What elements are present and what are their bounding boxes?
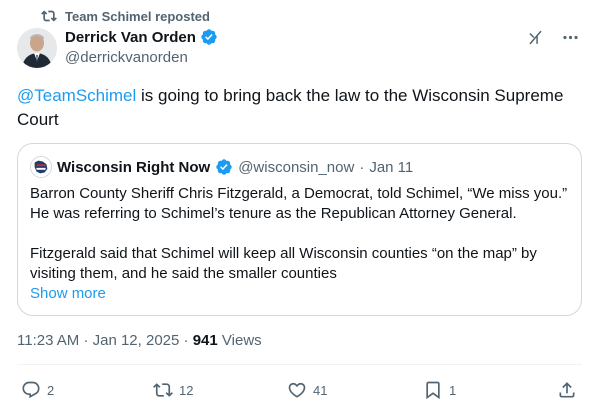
meta-separator: ·	[83, 332, 89, 349]
quote-date[interactable]: Jan 11	[369, 159, 413, 176]
views-count: 941	[192, 332, 218, 349]
quote-author-handle: @wisconsin_now	[238, 158, 355, 176]
repost-indicator[interactable]: Team Schimel reposted	[41, 8, 210, 24]
quote-avatar	[30, 156, 52, 178]
mention-link[interactable]: @TeamSchimel	[17, 86, 136, 105]
author-handle[interactable]: @derrickvanorden	[65, 49, 218, 66]
quote-paragraph-1: Barron County Sheriff Chris Fitzgerald, …	[30, 185, 568, 222]
views-label: Views	[221, 332, 262, 349]
quote-author-name[interactable]: Wisconsin Right Now	[57, 159, 210, 176]
action-bar: 2 12 41 1	[17, 380, 582, 406]
reply-button[interactable]: 2	[21, 380, 54, 400]
avatar[interactable]	[17, 28, 57, 68]
share-icon	[559, 382, 575, 398]
tweet-time[interactable]: 11:23 AM	[17, 332, 79, 349]
quoted-tweet[interactable]: Wisconsin Right Now @wisconsin_now · Jan…	[17, 143, 582, 316]
reply-count: 2	[47, 382, 55, 398]
bookmark-icon	[426, 381, 440, 400]
like-count: 41	[313, 382, 328, 398]
repost-icon	[153, 383, 173, 397]
repost-button[interactable]: 12	[153, 380, 193, 400]
like-icon	[288, 382, 306, 398]
verified-badge-icon	[216, 159, 232, 175]
more-icon[interactable]	[561, 28, 580, 47]
tweet-timestamp: 11:23 AM · Jan 12, 2025 · 941 Views	[17, 332, 262, 349]
quote-paragraph-2: Fitzgerald said that Schimel will keep a…	[30, 245, 537, 282]
tweet-text: @TeamSchimel is going to bring back the …	[17, 84, 583, 132]
quote-body: Barron County Sheriff Chris Fitzgerald, …	[30, 184, 569, 304]
share-button[interactable]	[557, 380, 577, 400]
repost-icon	[41, 10, 57, 22]
author-block: Derrick Van Orden @derrickvanorden	[65, 28, 218, 66]
quote-separator: ·	[359, 158, 365, 176]
repost-text: Team Schimel reposted	[65, 8, 210, 24]
like-button[interactable]: 41	[287, 380, 327, 400]
tweet-date[interactable]: Jan 12, 2025	[93, 332, 180, 349]
bookmark-button[interactable]: 1	[423, 380, 456, 400]
author-name[interactable]: Derrick Van Orden	[65, 29, 196, 46]
show-more-link[interactable]: Show more	[30, 284, 106, 304]
verified-badge-icon[interactable]	[200, 28, 218, 46]
meta-separator-2: ·	[183, 332, 189, 349]
grok-icon[interactable]	[526, 28, 545, 47]
bookmark-count: 1	[449, 382, 457, 398]
repost-count: 12	[179, 382, 194, 398]
divider	[17, 364, 582, 365]
reply-icon	[22, 381, 40, 399]
